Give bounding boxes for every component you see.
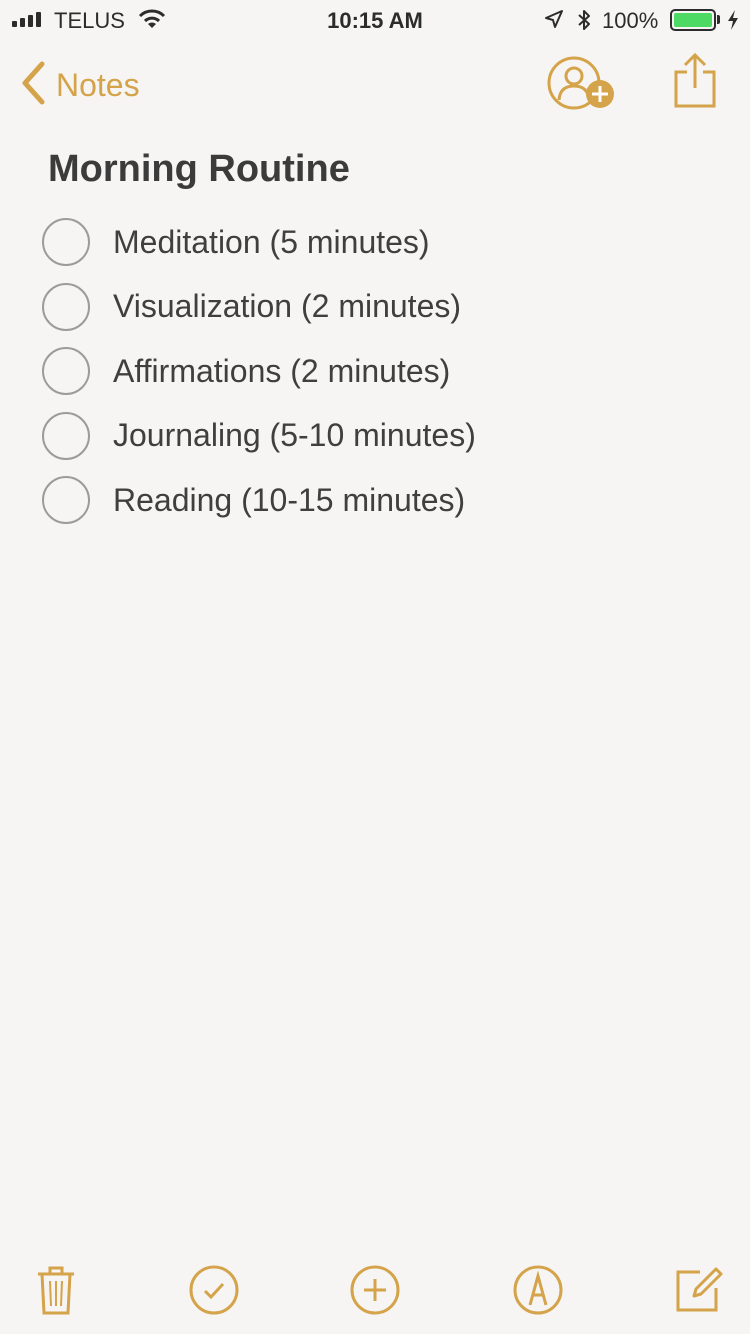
back-label: Notes [56,66,140,103]
checklist-icon [189,1265,239,1315]
checklist-item-text[interactable]: Meditation (5 minutes) [113,224,430,261]
checklist-item: Meditation (5 minutes) [42,210,722,275]
battery-nub [717,15,720,24]
checklist-item-text[interactable]: Journaling (5-10 minutes) [113,417,476,454]
markup-button[interactable] [508,1255,568,1325]
delete-button[interactable] [26,1255,86,1325]
checkbox-circle[interactable] [42,218,90,267]
bluetooth-icon [576,8,592,38]
location-arrow-icon [544,9,564,35]
battery-percent: 100% [602,8,659,33]
checklist: Meditation (5 minutes) Visualization (2 … [42,210,722,533]
checklist-item-text[interactable]: Reading (10-15 minutes) [113,482,465,519]
checkbox-circle[interactable] [42,347,90,396]
checklist-item: Visualization (2 minutes) [42,275,722,340]
chevron-left-icon [20,61,46,110]
add-person-icon [547,56,614,110]
checklist-button[interactable] [184,1255,244,1325]
share-icon [674,52,716,108]
add-icon [350,1265,400,1315]
status-bar: TELUS 10:15 AM 100% [0,0,750,40]
back-button[interactable]: Notes [20,60,140,110]
checklist-item: Affirmations (2 minutes) [42,339,722,404]
trash-icon [38,1266,74,1315]
markup-icon [513,1265,563,1315]
checkbox-circle[interactable] [42,476,90,525]
add-button[interactable] [345,1255,405,1325]
note-title[interactable]: Morning Routine [48,148,350,191]
checkbox-circle[interactable] [42,282,90,331]
battery-icon [670,9,716,31]
checklist-item: Reading (10-15 minutes) [42,468,722,533]
checklist-item: Journaling (5-10 minutes) [42,404,722,469]
checklist-item-text[interactable]: Affirmations (2 minutes) [113,353,450,390]
compose-button[interactable] [668,1255,728,1325]
charging-bolt-icon [726,9,740,37]
bottom-toolbar [0,1255,750,1325]
compose-icon [676,1267,723,1312]
add-people-button[interactable] [546,56,618,112]
share-button[interactable] [672,52,718,110]
checklist-item-text[interactable]: Visualization (2 minutes) [113,288,461,325]
checkbox-circle[interactable] [42,411,90,460]
